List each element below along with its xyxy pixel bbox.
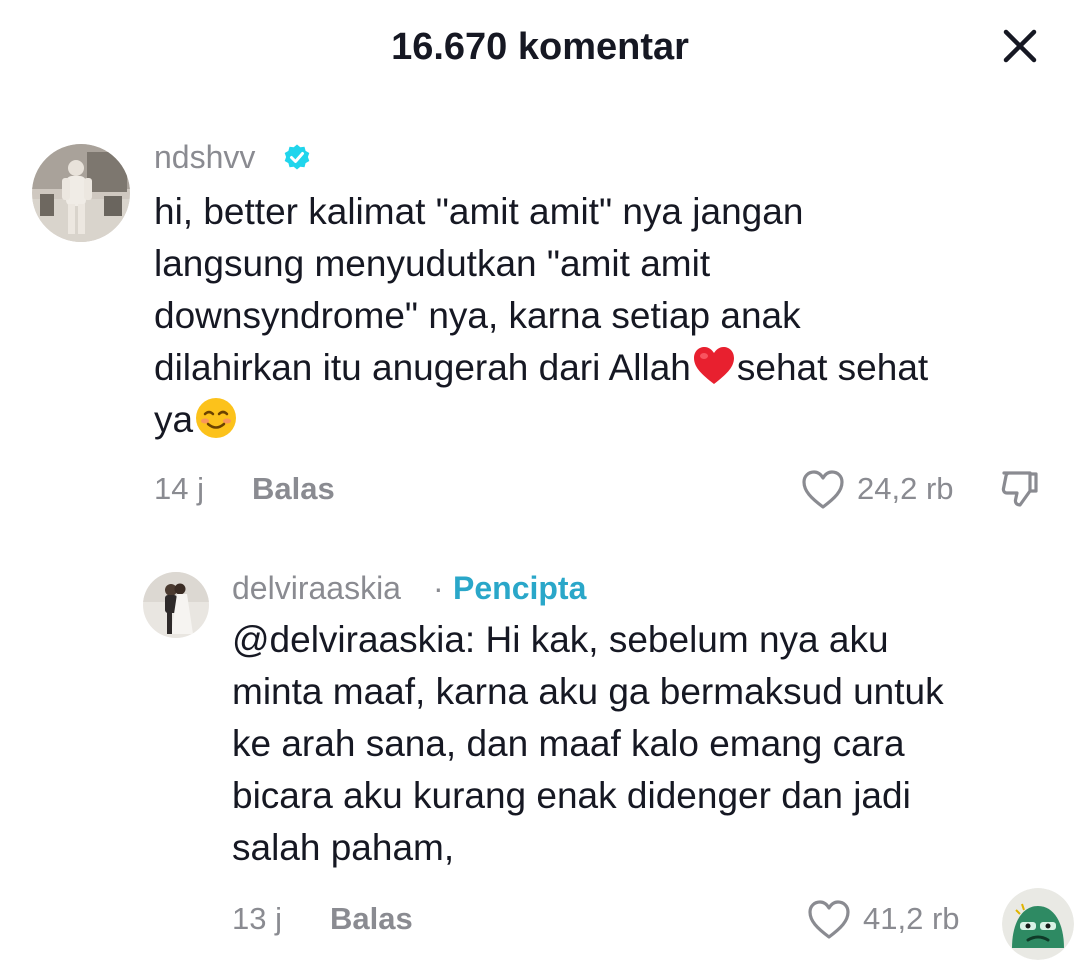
comment-line-part: sehat sehat — [736, 347, 929, 388]
reply-timestamp: 13 j — [232, 901, 282, 936]
reply-line: ke arah sana, dan maaf kalo emang cara — [232, 723, 905, 764]
comment-line-part: dilahirkan itu anugerah dari Allah — [154, 347, 691, 388]
verified-badge-icon — [284, 144, 310, 170]
reply-line: salah paham, — [232, 827, 455, 868]
close-button[interactable] — [996, 22, 1044, 70]
reply-text: @delviraaskia: Hi kak, sebelum nya aku m… — [232, 614, 944, 874]
like-count: 24,2 rb — [857, 471, 954, 506]
comment-line: hi, better kalimat "amit amit" nya janga… — [154, 191, 804, 232]
reply-line: minta maaf, karna aku ga bermaksud untuk — [232, 671, 944, 712]
avatar-photo — [32, 144, 130, 242]
avatar[interactable] — [32, 144, 130, 242]
smiling-face-emoji-icon — [196, 398, 237, 439]
comments-count-title: 16.670 komentar — [391, 26, 689, 68]
comment-line: ya — [154, 394, 928, 446]
reply-avatar-photo — [143, 572, 209, 638]
reply-username[interactable]: delviraaskia — [232, 568, 401, 608]
comment-username[interactable]: ndshvv — [154, 137, 255, 177]
heart-outline-icon[interactable] — [806, 897, 852, 941]
reply-button[interactable]: Balas — [252, 469, 335, 509]
comment-timestamp: 14 j — [154, 471, 204, 506]
close-icon — [1003, 29, 1037, 63]
comment-line: langsung menyudutkan "amit amit — [154, 243, 711, 284]
separator-dot: · — [433, 570, 444, 606]
red-heart-emoji-icon — [693, 347, 734, 385]
frog-sticker-icon — [1002, 888, 1074, 960]
creator-badge: Pencipta — [453, 570, 587, 606]
sticker-avatar[interactable] — [1002, 888, 1074, 960]
comment-line: downsyndrome" nya, karna setiap anak — [154, 295, 801, 336]
comment-line-part: ya — [154, 399, 194, 440]
heart-outline-icon[interactable] — [800, 467, 846, 511]
comment-text: hi, better kalimat "amit amit" nya janga… — [154, 186, 928, 446]
reply-line: bicara aku kurang enak didenger dan jadi — [232, 775, 911, 816]
reply-like-count: 41,2 rb — [863, 901, 960, 936]
dislike-icon[interactable] — [998, 467, 1042, 511]
comment-line: dilahirkan itu anugerah dari Allah sehat… — [154, 342, 928, 394]
reply-line: @delviraaskia: Hi kak, sebelum nya aku — [232, 619, 889, 660]
reply-avatar[interactable] — [143, 572, 209, 638]
reply-reply-button[interactable]: Balas — [330, 899, 413, 939]
